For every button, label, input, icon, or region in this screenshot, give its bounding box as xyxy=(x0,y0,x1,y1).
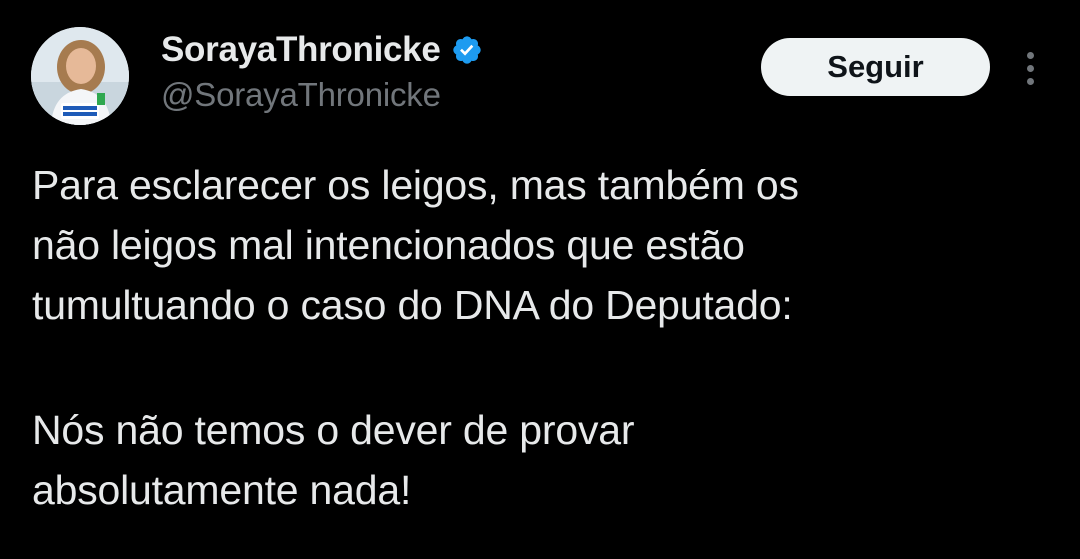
author-display-name[interactable]: SorayaThronicke xyxy=(161,30,441,70)
tweet-line: tumultuando o caso do DNA do Deputado: xyxy=(32,282,793,328)
author-avatar[interactable] xyxy=(31,27,129,125)
tweet-paragraph-1: Para esclarecer os leigos, mas também os… xyxy=(32,155,1052,335)
verified-badge-icon xyxy=(451,34,483,66)
tweet-line: Para esclarecer os leigos, mas também os xyxy=(32,162,799,208)
tweet-text: Para esclarecer os leigos, mas também os… xyxy=(32,155,1052,520)
tweet-line: absolutamente nada! xyxy=(32,467,412,513)
avatar-badge-line-1 xyxy=(63,106,97,110)
author-name-row: SorayaThronicke xyxy=(161,28,483,72)
more-dot xyxy=(1026,51,1034,59)
tweet-paragraph-2: Nós não temos o dever de provar absoluta… xyxy=(32,400,1052,520)
tweet-line: Nós não temos o dever de provar xyxy=(32,407,635,453)
avatar-photo xyxy=(31,27,129,125)
avatar-badge-line-2 xyxy=(63,112,97,116)
tweet-line: não leigos mal intencionados que estão xyxy=(32,222,745,268)
more-vertical-icon[interactable] xyxy=(1012,46,1048,90)
tweet-card: SorayaThronicke @SorayaThronicke Seguir … xyxy=(0,0,1080,559)
more-dot xyxy=(1026,77,1034,85)
follow-button[interactable]: Seguir xyxy=(761,38,990,96)
author-handle[interactable]: @SorayaThronicke xyxy=(161,76,441,114)
more-dot xyxy=(1026,64,1034,72)
